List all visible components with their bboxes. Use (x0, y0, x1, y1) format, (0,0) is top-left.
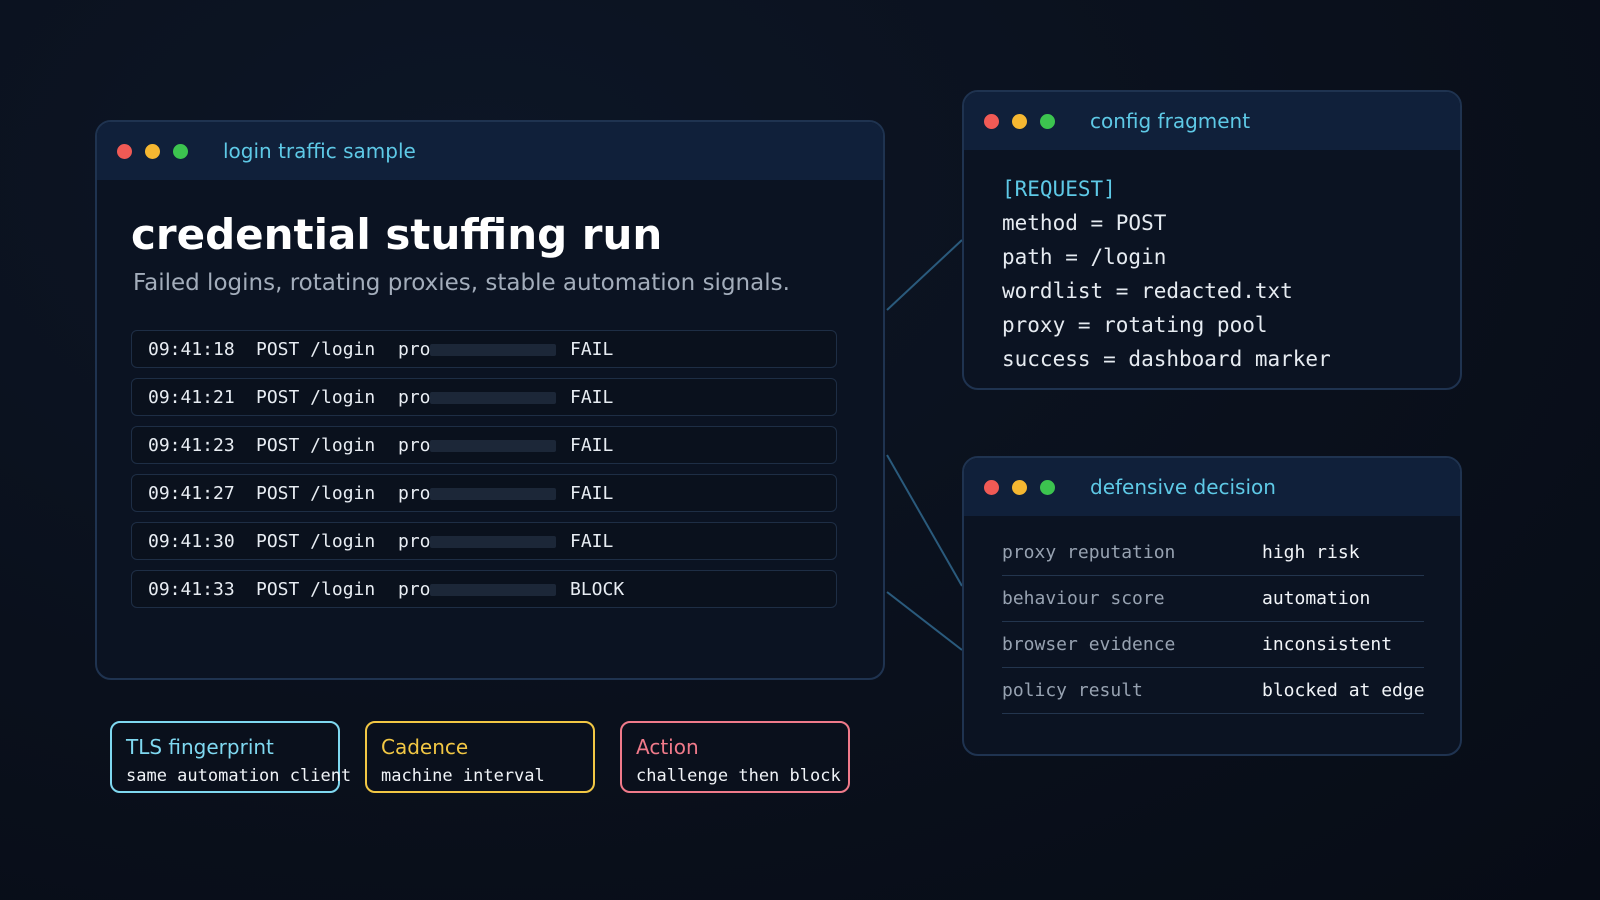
redaction-bar (430, 536, 556, 548)
log-proxy: pro (398, 339, 431, 360)
redaction-bar (430, 584, 556, 596)
tag-title: TLS fingerprint (126, 735, 274, 759)
tag-title: Cadence (381, 735, 469, 759)
decision-value: high risk (1262, 542, 1360, 563)
log-row: 09:41:18 POST /login pro FAIL (131, 330, 837, 368)
config-section-header: [REQUEST] (1002, 177, 1116, 201)
log-row: 09:41:21 POST /login pro FAIL (131, 378, 837, 416)
config-line: method = POST (1002, 211, 1167, 235)
tag-action: Action challenge then block (620, 721, 850, 793)
tag-cadence: Cadence machine interval (365, 721, 595, 793)
redaction-bar (430, 392, 556, 404)
decision-value: inconsistent (1262, 634, 1393, 655)
log-request: POST /login (256, 531, 376, 552)
config-fragment-window: config fragment [REQUEST] method = POST … (962, 90, 1462, 390)
log-request: POST /login (256, 387, 376, 408)
tag-tls-fingerprint: TLS fingerprint same automation client (110, 721, 351, 793)
log-time: 09:41:18 (148, 339, 235, 360)
window-title: login traffic sample (223, 139, 416, 163)
decision-row: behaviour score automation (1002, 576, 1424, 622)
log-row: 09:41:27 POST /login pro FAIL (131, 474, 837, 512)
redaction-bar (430, 488, 556, 500)
connector-line (886, 591, 963, 651)
config-line: success = dashboard marker (1002, 347, 1331, 371)
log-result: FAIL (570, 483, 614, 504)
decision-key: proxy reputation (1002, 542, 1176, 563)
tag-subtitle: same automation client (126, 766, 352, 786)
minimize-dot-icon[interactable] (1012, 479, 1027, 495)
login-traffic-window: login traffic sample credential stuffing… (95, 120, 885, 680)
log-proxy: pro (398, 579, 431, 600)
log-proxy: pro (398, 435, 431, 456)
log-time: 09:41:30 (148, 531, 235, 552)
connector-line (886, 454, 963, 587)
window-title: config fragment (1090, 109, 1251, 133)
log-proxy: pro (398, 483, 431, 504)
log-request: POST /login (256, 483, 376, 504)
minimize-dot-icon[interactable] (1012, 113, 1027, 129)
log-request: POST /login (256, 339, 376, 360)
maximize-dot-icon[interactable] (1040, 479, 1055, 495)
decision-row: browser evidence inconsistent (1002, 622, 1424, 668)
decision-key: browser evidence (1002, 634, 1176, 655)
redaction-bar (430, 344, 556, 356)
log-request: POST /login (256, 579, 376, 600)
tag-subtitle: machine interval (381, 766, 545, 786)
close-dot-icon[interactable] (117, 143, 132, 159)
log-row: 09:41:30 POST /login pro FAIL (131, 522, 837, 560)
page-subtitle: Failed logins, rotating proxies, stable … (133, 270, 790, 296)
redaction-bar (430, 440, 556, 452)
log-request: POST /login (256, 435, 376, 456)
config-line: proxy = rotating pool (1002, 313, 1268, 337)
log-time: 09:41:33 (148, 579, 235, 600)
log-row: 09:41:23 POST /login pro FAIL (131, 426, 837, 464)
log-row: 09:41:33 POST /login pro BLOCK (131, 570, 837, 608)
decision-row: proxy reputation high risk (1002, 530, 1424, 576)
decision-row: policy result blocked at edge (1002, 668, 1425, 714)
log-result: FAIL (570, 387, 614, 408)
config-line: wordlist = redacted.txt (1002, 279, 1293, 303)
log-time: 09:41:23 (148, 435, 235, 456)
log-time: 09:41:21 (148, 387, 235, 408)
decision-value: automation (1262, 588, 1371, 609)
log-result: FAIL (570, 531, 614, 552)
window-titlebar: config fragment (964, 92, 1460, 150)
maximize-dot-icon[interactable] (173, 143, 188, 159)
window-titlebar: login traffic sample (97, 122, 883, 180)
window-title: defensive decision (1090, 475, 1276, 499)
log-result: BLOCK (570, 579, 625, 600)
close-dot-icon[interactable] (984, 479, 999, 495)
decision-key: policy result (1002, 680, 1143, 701)
minimize-dot-icon[interactable] (145, 143, 160, 159)
decision-key: behaviour score (1002, 588, 1165, 609)
decision-value: blocked at edge (1262, 680, 1425, 701)
config-line: path = /login (1002, 245, 1167, 269)
tag-title: Action (636, 735, 699, 759)
connector-line (886, 239, 963, 311)
page-title: credential stuffing run (131, 210, 663, 259)
maximize-dot-icon[interactable] (1040, 113, 1055, 129)
log-result: FAIL (570, 339, 614, 360)
tag-subtitle: challenge then block (636, 766, 841, 786)
defensive-decision-window: defensive decision proxy reputation high… (962, 456, 1462, 756)
log-proxy: pro (398, 531, 431, 552)
log-proxy: pro (398, 387, 431, 408)
log-time: 09:41:27 (148, 483, 235, 504)
close-dot-icon[interactable] (984, 113, 999, 129)
log-result: FAIL (570, 435, 614, 456)
window-titlebar: defensive decision (964, 458, 1460, 516)
